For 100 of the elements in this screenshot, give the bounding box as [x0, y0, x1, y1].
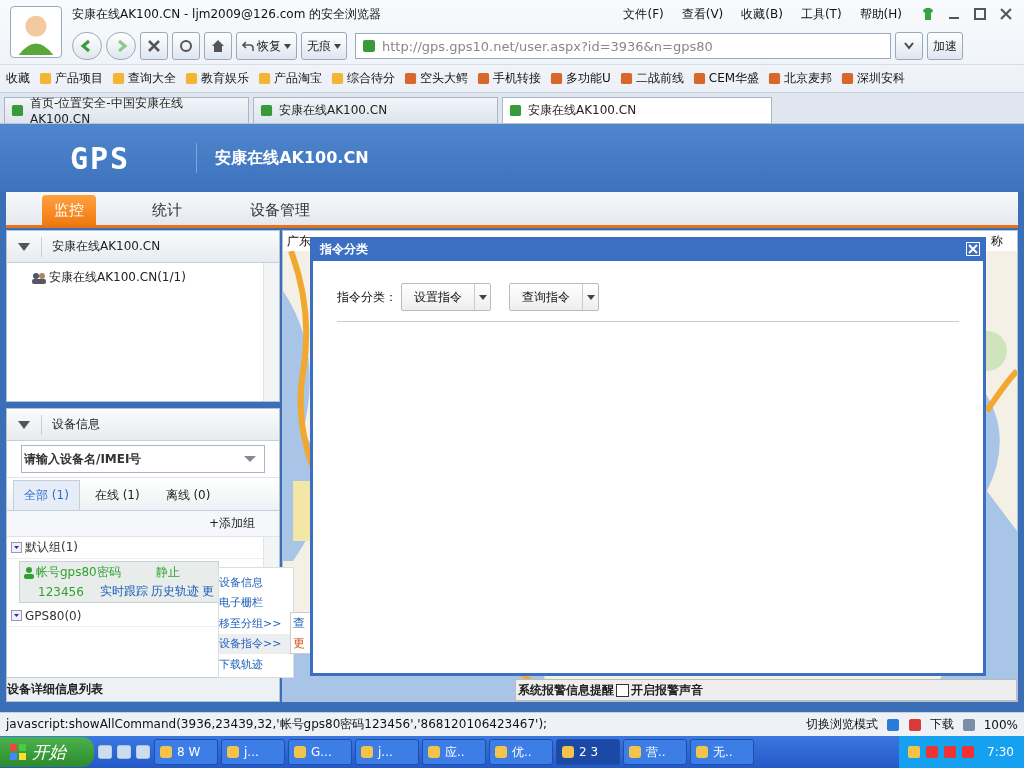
- device-link[interactable]: 历史轨迹: [151, 583, 199, 600]
- close-icon: [968, 244, 978, 254]
- bookmark[interactable]: 产品淘宝: [258, 70, 322, 87]
- caret-icon: [904, 42, 914, 50]
- taskbar-item[interactable]: 营..: [623, 739, 687, 765]
- group-label[interactable]: GPS80(0): [25, 608, 82, 623]
- scrollbar[interactable]: [263, 263, 279, 401]
- bookmark[interactable]: 二战前线: [619, 70, 684, 87]
- address-field[interactable]: http://gps.gps10.net/user.aspx?id=3936&n=gps80: [355, 33, 891, 59]
- menu-item[interactable]: 移至分组>>: [219, 613, 293, 634]
- menu-item[interactable]: 电子栅栏: [219, 592, 293, 613]
- refresh-button[interactable]: [172, 32, 200, 60]
- stop-button[interactable]: [140, 32, 168, 60]
- device-link[interactable]: 实时跟踪: [100, 583, 148, 600]
- menu-item[interactable]: 帮助(H): [859, 5, 902, 23]
- taskbar-item[interactable]: 应..: [422, 739, 486, 765]
- zoom-button[interactable]: 100%: [983, 717, 1018, 732]
- device-card[interactable]: 帐号gps80密码 静止 123456 实时跟踪 历史轨迹 更: [19, 561, 219, 603]
- close-button[interactable]: [966, 242, 980, 256]
- bookmark[interactable]: 综合待分: [331, 70, 395, 87]
- nav-tab[interactable]: 设备管理: [238, 195, 322, 225]
- tree-item[interactable]: 安康在线AK100.CN(1/1): [31, 269, 186, 286]
- add-group-link[interactable]: +添加组: [208, 515, 255, 532]
- nav-tab[interactable]: 统计: [140, 195, 194, 225]
- window-title: 安康在线AK100.CN - ljm2009@126.com 的安全浏览器: [72, 5, 383, 23]
- windows-logo: [10, 744, 26, 760]
- filter-tab[interactable]: 离线 (0): [154, 480, 222, 510]
- bookmark[interactable]: 手机转接: [477, 70, 541, 87]
- device-link[interactable]: 更: [202, 583, 214, 600]
- menu-item[interactable]: 文件(F): [623, 5, 664, 23]
- caret-icon: [284, 43, 291, 49]
- map-label: 称: [991, 232, 1003, 250]
- taskbar-item[interactable]: j...: [221, 739, 285, 765]
- bookmark[interactable]: 教育娱乐: [185, 70, 249, 87]
- sound-checkbox[interactable]: [616, 683, 629, 697]
- checkbox-label: 开启报警声音: [631, 681, 703, 699]
- maximize-icon[interactable]: [972, 6, 988, 22]
- device-code: 123456: [37, 583, 84, 600]
- collapse-icon[interactable]: [17, 241, 31, 252]
- home-icon: [211, 39, 225, 53]
- person-icon: [24, 566, 34, 579]
- close-icon: [147, 39, 161, 53]
- browser-tab[interactable]: 首页-位置安全-中国安康在线AK100.CN: [4, 97, 249, 123]
- taskbar-item[interactable]: G...: [288, 739, 352, 765]
- start-button[interactable]: 开始: [0, 737, 94, 767]
- taskbar-item[interactable]: j...: [355, 739, 419, 765]
- expand-icon[interactable]: [11, 610, 22, 621]
- location-text: 广东: [287, 232, 311, 250]
- caret-icon[interactable]: [243, 455, 257, 463]
- home-button[interactable]: [204, 32, 232, 60]
- search-field[interactable]: 请输入设备名/IMEI号: [21, 445, 265, 473]
- dropdown-button[interactable]: [895, 32, 923, 60]
- bookmark[interactable]: CEM华盛: [692, 70, 760, 87]
- alarm-title: 系统报警信息提醒: [518, 681, 614, 699]
- bookmark[interactable]: 查询大全: [112, 70, 176, 87]
- command-dropdown[interactable]: 查询指令: [509, 283, 599, 311]
- group-label[interactable]: 默认组(1): [25, 539, 78, 556]
- speed-button[interactable]: 加速: [927, 32, 963, 60]
- bookmark[interactable]: 空头大鳄: [404, 70, 468, 87]
- menu-item[interactable]: 设备指令>>: [219, 633, 293, 654]
- favorites-menu[interactable]: 收藏: [6, 70, 30, 87]
- avatar-icon[interactable]: [10, 6, 62, 58]
- caret-icon: [478, 294, 487, 300]
- bookmark[interactable]: 产品项目: [39, 70, 103, 87]
- bookmark[interactable]: 深圳安科: [841, 70, 906, 87]
- back-button[interactable]: [72, 32, 102, 60]
- browser-tab[interactable]: 安康在线AK100.CN: [253, 97, 498, 123]
- taskbar-item[interactable]: 2 3: [556, 739, 620, 765]
- close-icon[interactable]: [998, 6, 1014, 22]
- site-title: 安康在线AK100.CN: [215, 147, 369, 169]
- expand-icon[interactable]: [11, 542, 22, 553]
- taskbar-item[interactable]: 8 W: [154, 739, 218, 765]
- taskbar-item[interactable]: 无..: [690, 739, 754, 765]
- panel-title: 设备信息: [52, 416, 100, 433]
- menu-item[interactable]: 设备信息: [219, 572, 293, 593]
- menu-item[interactable]: 下载轨迹: [219, 654, 293, 675]
- filter-tab[interactable]: 全部 (1): [13, 480, 80, 510]
- private-button[interactable]: 无痕: [301, 32, 347, 60]
- bookmark[interactable]: 北京麦邦: [768, 70, 833, 87]
- caret-icon: [334, 43, 341, 49]
- download-button[interactable]: 下载: [929, 716, 954, 733]
- menu-item[interactable]: 工具(T): [800, 5, 842, 23]
- device-status: 静止: [156, 564, 180, 581]
- browser-tab[interactable]: 安康在线AK100.CN: [502, 97, 772, 123]
- people-icon: [31, 271, 47, 284]
- shirt-icon[interactable]: [920, 6, 936, 22]
- browse-mode-button[interactable]: 切换浏览模式: [805, 716, 878, 733]
- collapse-icon[interactable]: [17, 419, 31, 430]
- caret-icon: [586, 294, 595, 300]
- logo: GPS: [70, 140, 131, 176]
- menu-item[interactable]: 查看(V): [681, 5, 724, 23]
- status-text: javascript:showAllCommand(3936,23439,32,'帐号gps80密码123456','868120106423467');: [6, 716, 549, 733]
- command-dropdown[interactable]: 设置指令: [401, 283, 491, 311]
- menu-item[interactable]: 收藏(B): [741, 5, 783, 23]
- bookmark[interactable]: 多功能U: [550, 70, 611, 87]
- taskbar-item[interactable]: 优..: [489, 739, 553, 765]
- restore-button[interactable]: 恢复: [236, 32, 297, 60]
- filter-tab[interactable]: 在线 (1): [83, 480, 151, 510]
- command-label: 指令分类：: [337, 288, 397, 306]
- undo-icon: [242, 40, 254, 52]
